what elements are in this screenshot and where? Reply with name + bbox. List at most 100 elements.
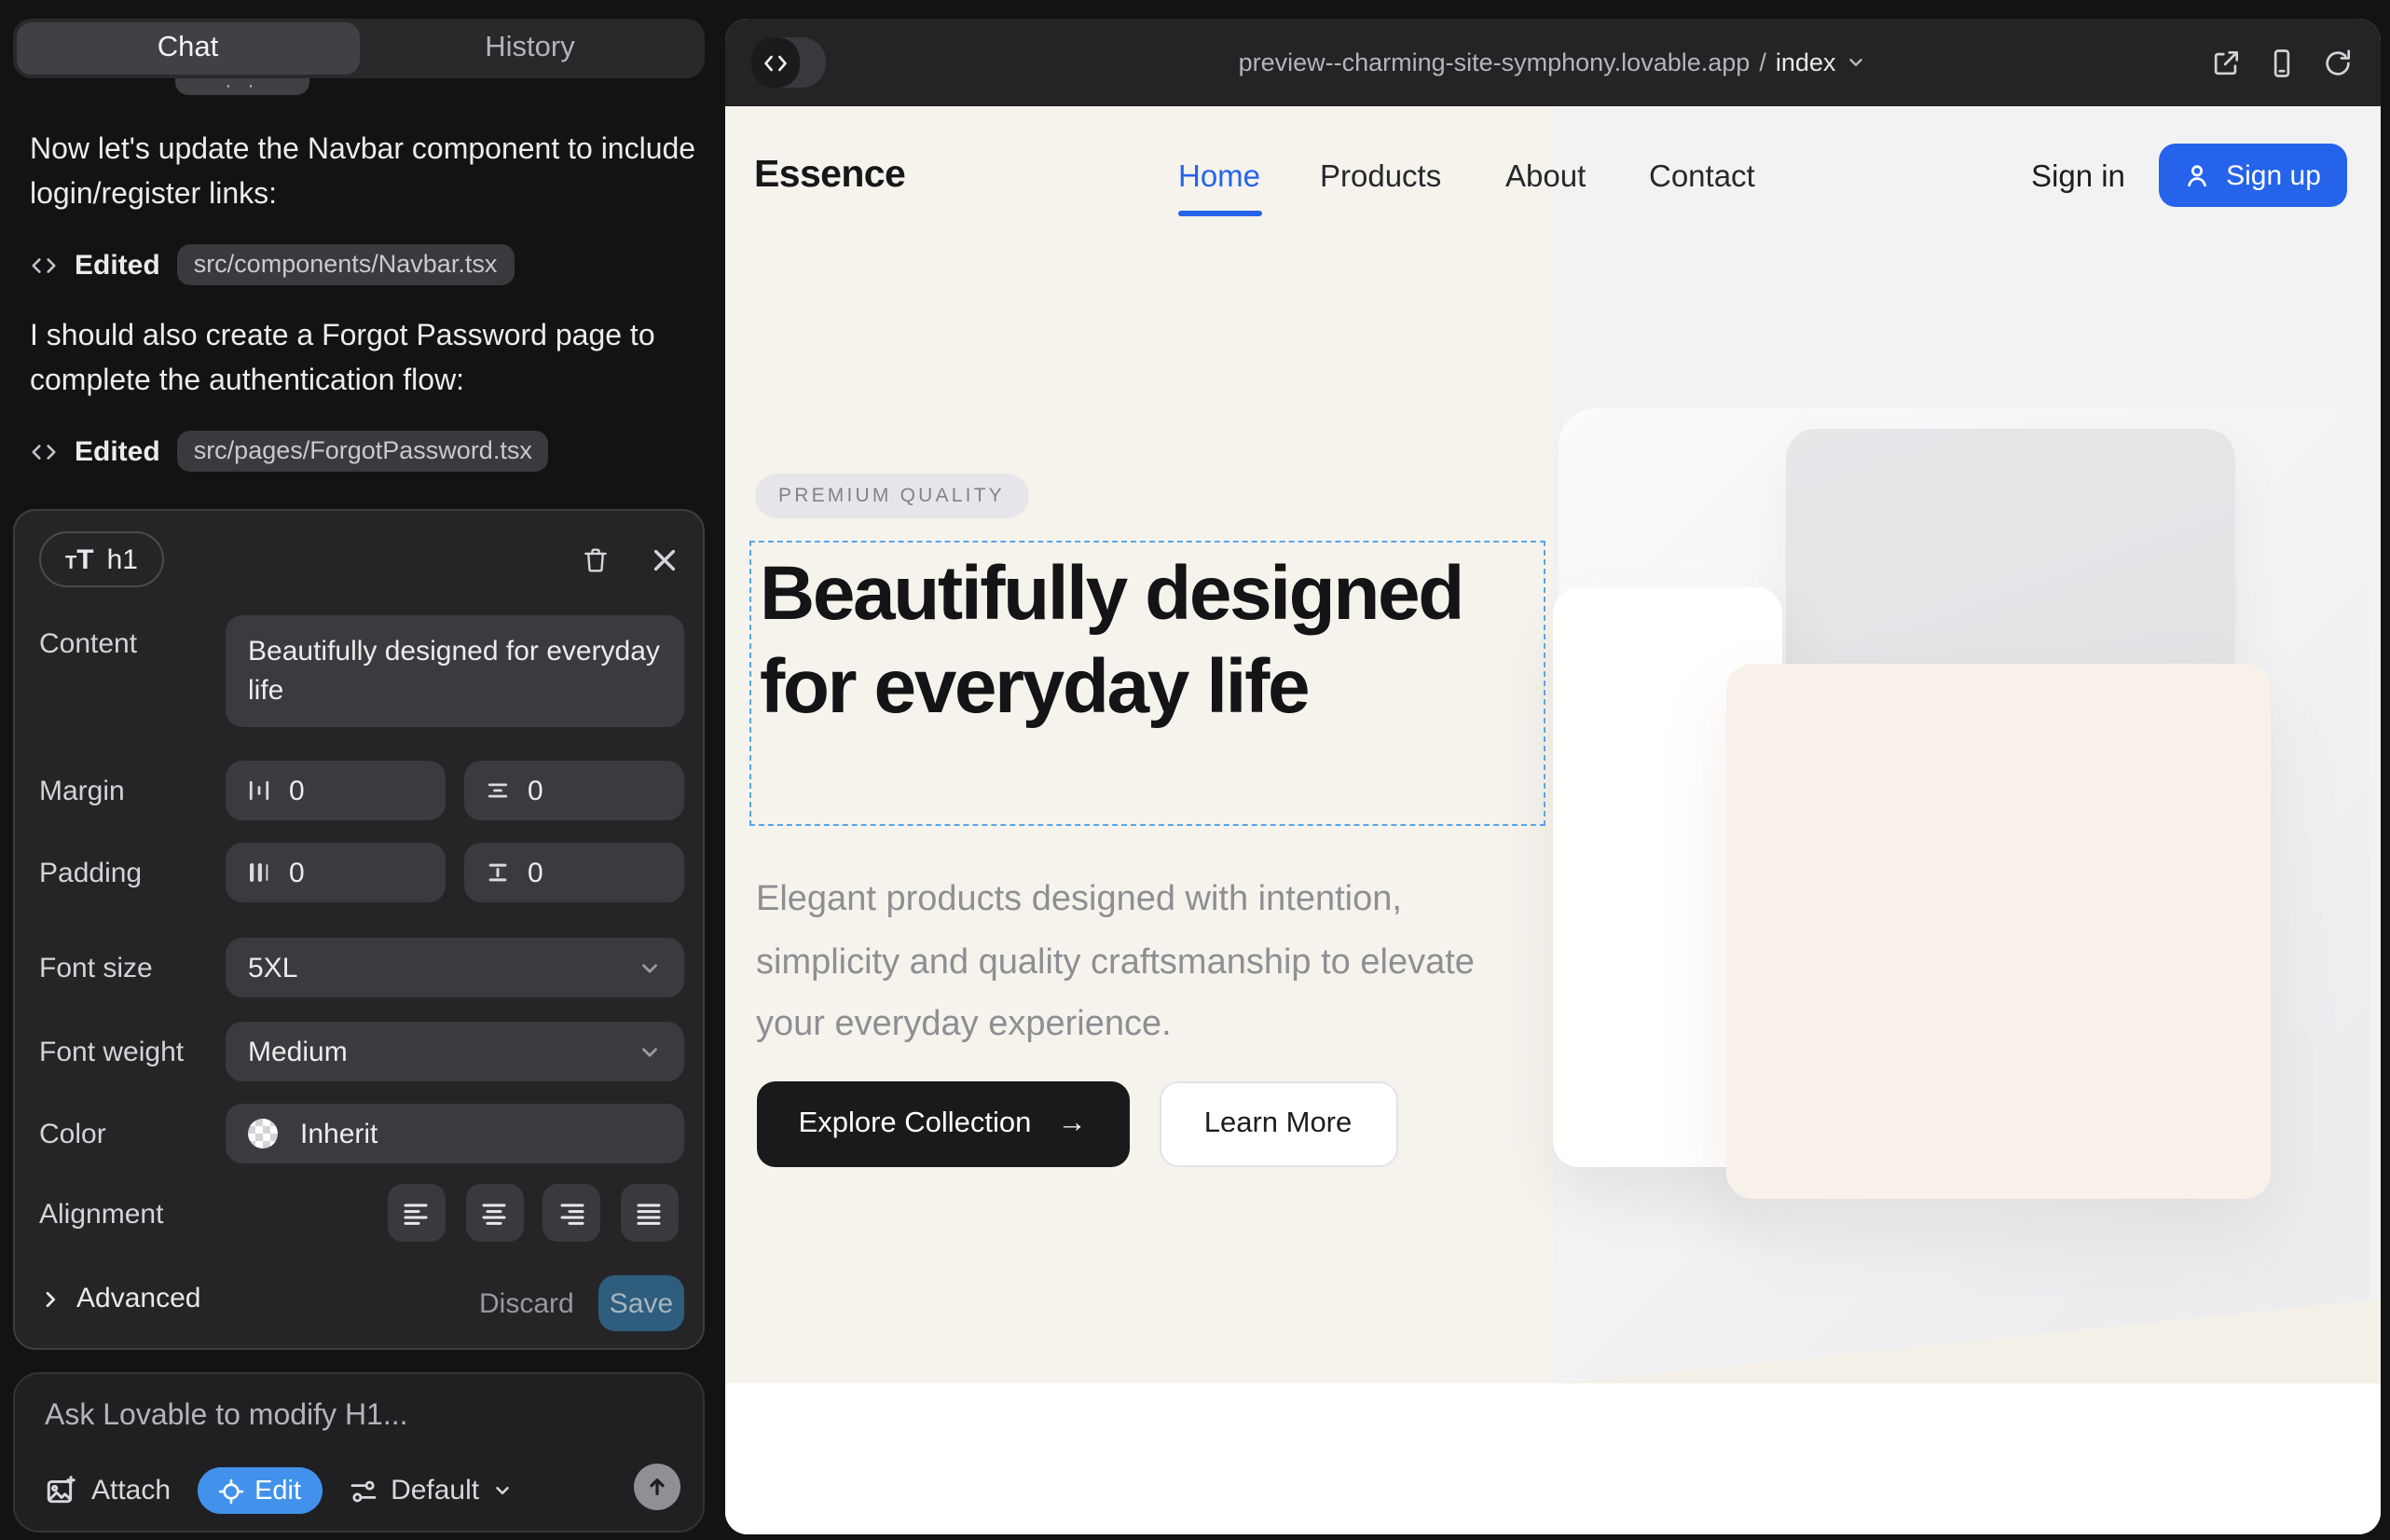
open-external-icon[interactable] [2208,47,2242,80]
nav-link-products[interactable]: Products [1320,160,1441,196]
selected-element-pill[interactable]: TT h1 [39,531,164,587]
font-size-select[interactable]: 5XL [226,938,684,997]
chevron-down-icon [1845,52,1865,73]
model-default-label: Default [391,1475,479,1506]
composer-input[interactable] [45,1400,660,1434]
close-icon [650,545,678,573]
margin-x-value: 0 [289,775,305,806]
sliders-icon [348,1476,378,1506]
edited-file-chip[interactable]: src/pages/ForgotPassword.tsx [177,431,549,472]
align-left-icon [401,1198,431,1228]
edit-mode-button[interactable]: Edit [197,1467,322,1514]
app-root: · · Chat History Now let's update the Na… [0,0,2390,1540]
trash-icon [579,543,611,575]
refresh-icon[interactable] [2320,47,2354,80]
preview-browser-window: preview--charming-site-symphony.lovable.… [724,19,2380,1533]
font-weight-value: Medium [248,1036,348,1067]
sign-up-button[interactable]: Sign up [2158,144,2346,207]
padding-x-value: 0 [289,857,305,888]
nav-link-about[interactable]: About [1505,160,1586,196]
explore-collection-button[interactable]: Explore Collection → [756,1081,1129,1167]
edited-file-row[interactable]: Edited src/components/Navbar.tsx [30,244,514,285]
align-right-icon [556,1198,586,1228]
chat-message: Now let's update the Navbar component to… [30,129,697,216]
content-label: Content [39,628,137,660]
hero-visual-card-cream [1725,664,2270,1199]
sign-up-label: Sign up [2226,159,2321,191]
address-bar[interactable]: preview--charming-site-symphony.lovable.… [724,19,2380,106]
tab-chat[interactable]: Chat [17,22,359,75]
padding-x-input[interactable]: 0 [226,843,446,902]
font-weight-label: Font weight [39,1037,184,1068]
hero-heading[interactable]: Beautifully designed for everyday life [760,546,1535,733]
attach-button[interactable]: Attach [45,1475,171,1506]
model-default-button[interactable]: Default [348,1475,513,1506]
chevron-down-icon [492,1480,513,1501]
padding-label: Padding [39,858,142,889]
edited-file-row[interactable]: Edited src/pages/ForgotPassword.tsx [30,431,549,472]
edited-label: Edited [75,435,160,467]
site-logo[interactable]: Essence [754,153,905,198]
mobile-view-icon[interactable] [2264,47,2298,80]
sidebar-tab-bar: Chat History [13,19,705,78]
delete-element-button[interactable] [572,537,617,582]
advanced-label: Advanced [76,1283,200,1314]
element-tag-label: h1 [107,543,138,575]
chat-message: I should also create a Forgot Password p… [30,315,697,403]
padding-y-value: 0 [528,857,543,888]
transparent-swatch-icon [248,1119,278,1148]
align-justify-button[interactable] [620,1184,678,1242]
align-center-button[interactable] [465,1184,523,1242]
margin-horizontal-icon [246,777,272,804]
preview-url: preview--charming-site-symphony.lovable.… [1239,48,1751,76]
composer-toolbar: Attach Edit Default [45,1467,513,1514]
arrow-right-icon: → [1057,1107,1086,1141]
typography-icon: TT [65,543,94,575]
color-select[interactable]: Inherit [226,1104,684,1163]
margin-label: Margin [39,776,125,807]
chevron-down-icon [638,1039,662,1064]
edited-label: Edited [75,249,160,281]
font-size-value: 5XL [248,952,297,983]
sign-in-link[interactable]: Sign in [2031,160,2125,196]
element-editor-panel: TT h1 Content Beautifully designed for e… [13,509,705,1350]
align-right-button[interactable] [543,1184,600,1242]
save-button[interactable]: Save [598,1275,684,1331]
margin-vertical-icon [485,777,511,804]
browser-chrome-bar: preview--charming-site-symphony.lovable.… [724,19,2380,106]
scrolled-message-chip: · · [175,78,309,95]
hero-paragraph: Elegant products designed with intention… [756,869,1509,1056]
explore-collection-label: Explore Collection [799,1107,1032,1141]
nav-link-contact[interactable]: Contact [1649,160,1755,196]
send-button[interactable] [634,1464,680,1510]
chevron-right-icon [39,1287,62,1310]
chat-composer: Attach Edit Default [13,1372,705,1533]
align-center-icon [479,1198,509,1228]
preview-page-name: index [1776,48,1836,76]
align-left-button[interactable] [387,1184,445,1242]
edited-file-chip[interactable]: src/components/Navbar.tsx [177,244,515,285]
edit-mode-label: Edit [254,1476,301,1506]
padding-vertical-icon [485,859,511,886]
margin-x-input[interactable]: 0 [226,761,446,820]
discard-button[interactable]: Discard [479,1288,574,1320]
margin-y-input[interactable]: 0 [464,761,684,820]
align-justify-icon [634,1198,664,1228]
learn-more-button[interactable]: Learn More [1159,1081,1397,1167]
preview-site: Essence Home Products About Contact Sign… [724,106,2380,1533]
padding-y-input[interactable]: 0 [464,843,684,902]
tab-history[interactable]: History [359,22,701,75]
advanced-toggle[interactable]: Advanced [39,1283,200,1314]
target-icon [217,1478,243,1504]
attach-image-icon [45,1475,76,1506]
arrow-up-icon [645,1475,669,1499]
content-input[interactable]: Beautifully designed for everyday life [226,615,684,727]
font-weight-select[interactable]: Medium [226,1022,684,1081]
margin-y-value: 0 [528,775,543,806]
code-icon [30,437,58,465]
nav-link-home[interactable]: Home [1178,160,1260,196]
chevron-down-icon [638,956,662,980]
close-editor-button[interactable] [641,537,686,582]
padding-horizontal-icon [246,859,272,886]
code-icon [30,251,58,279]
